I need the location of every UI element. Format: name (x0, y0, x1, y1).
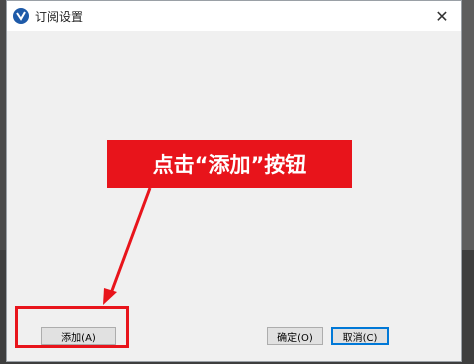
pointer-arrow (103, 187, 152, 305)
